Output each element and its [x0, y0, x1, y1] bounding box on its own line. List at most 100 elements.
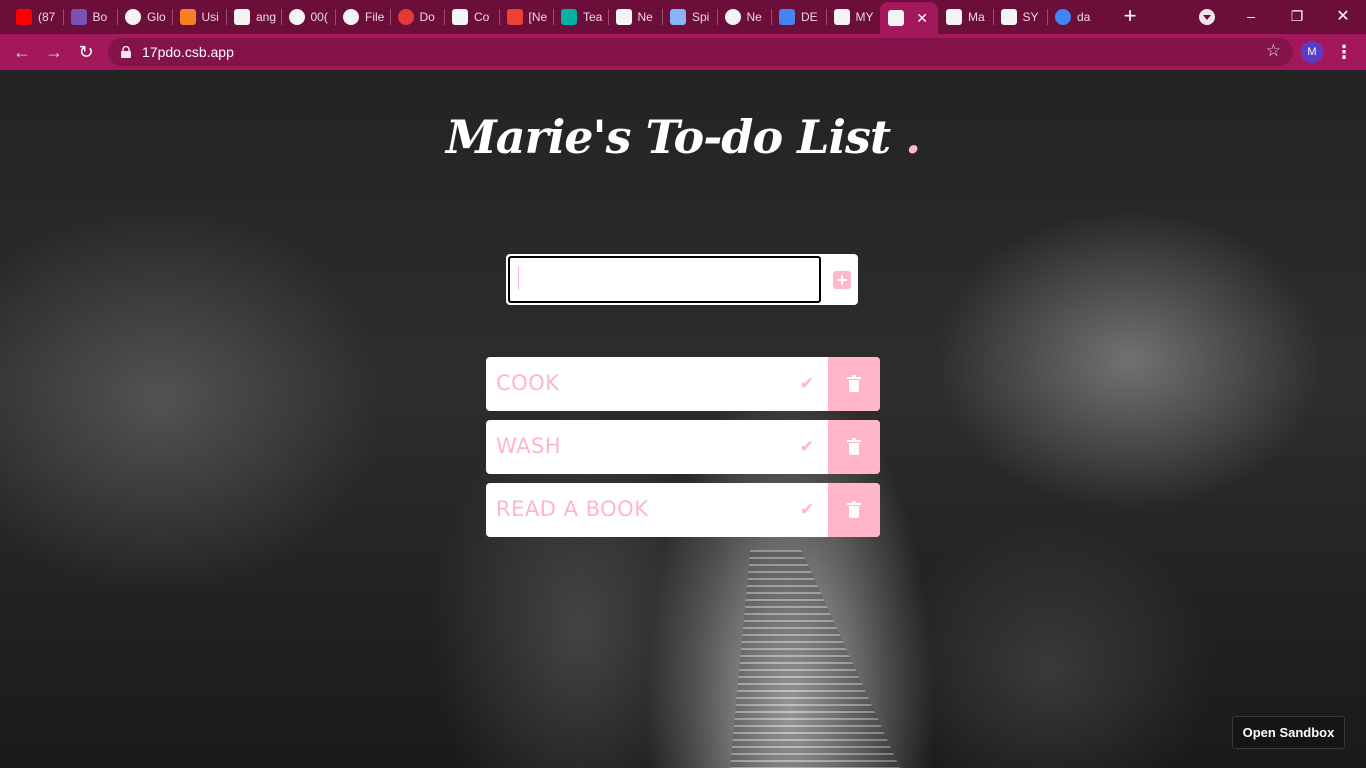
new-tab-button[interactable]: + [1118, 5, 1142, 29]
trash-button[interactable] [828, 483, 880, 537]
browser-tab[interactable]: File [335, 5, 390, 29]
google-icon [1055, 9, 1071, 25]
todo-form [506, 254, 858, 305]
image-icon [670, 9, 686, 25]
tab-label: Bo [92, 10, 108, 24]
text-caret [518, 266, 519, 290]
browser-tab[interactable]: ang [226, 5, 281, 29]
bootstrap-icon [70, 9, 87, 25]
globe-icon [125, 9, 141, 25]
close-tab-icon[interactable]: ✕ [916, 10, 928, 27]
profile-avatar[interactable]: M [1301, 41, 1323, 63]
todo-text: READ A BOOK [496, 497, 649, 521]
todo-item: READ A BOOK ✔ [486, 483, 880, 537]
trash-button[interactable] [828, 357, 880, 411]
browser-tab[interactable]: SY [993, 5, 1048, 29]
codepen-icon [452, 9, 468, 25]
tab-label: Usi [201, 10, 219, 24]
trash-button[interactable] [828, 420, 880, 474]
tab-label: Ma [968, 10, 985, 24]
browser-tab[interactable]: DE [771, 5, 826, 29]
codesandbox-icon [946, 9, 962, 25]
lock-icon [121, 46, 131, 58]
title-dot: . [905, 110, 921, 164]
tab-label: [Ne [528, 10, 548, 24]
play-icon [397, 9, 414, 25]
codesandbox-icon [833, 9, 850, 25]
trash-icon [847, 437, 861, 455]
forward-button[interactable]: → [41, 39, 67, 65]
tab-label: Ne [746, 10, 762, 24]
diamond-icon [561, 9, 577, 25]
browser-tab[interactable]: Ne [608, 5, 663, 29]
codesandbox-icon [234, 9, 250, 25]
browser-tab[interactable]: Spi [662, 5, 717, 29]
close-window-button[interactable]: ✕ [1320, 0, 1366, 32]
globe-icon [288, 9, 305, 25]
minimize-button[interactable]: – [1228, 0, 1274, 32]
tab-label: DE [801, 10, 818, 24]
gmail-icon [506, 9, 523, 25]
todo-item: WASH ✔ [486, 420, 880, 474]
tab-label: ang [256, 10, 277, 24]
address-bar[interactable]: 17pdo.csb.app ☆ [108, 38, 1293, 66]
browser-tab[interactable]: [Ne [499, 5, 554, 29]
tab-label: MY [855, 10, 874, 24]
tab-label: Tea [583, 10, 603, 24]
browser-tab[interactable]: Tea [553, 5, 608, 29]
complete-button[interactable]: ✔ [786, 420, 828, 474]
browser-tab[interactable]: Ma [938, 5, 993, 29]
add-todo-button[interactable] [825, 254, 858, 305]
youtube-icon [16, 9, 32, 25]
title-text: Marie's To-do List [445, 110, 891, 164]
browser-tab[interactable]: Bo [63, 5, 118, 29]
tab-label: da [1077, 10, 1091, 24]
reload-button[interactable]: ↻ [73, 39, 99, 65]
todo-list: COOK ✔ WASH ✔ READ A BOOK ✔ [486, 357, 880, 546]
browser-toolbar: ← → ↻ 17pdo.csb.app ☆ M ⋮ [0, 34, 1366, 70]
codepen-icon [615, 9, 632, 25]
browser-menu-icon[interactable]: ⋮ [1335, 40, 1353, 64]
codesandbox-icon [888, 10, 904, 26]
tab-label: Do [419, 10, 435, 24]
browser-tab[interactable]: Do [390, 5, 445, 29]
trash-icon [847, 374, 861, 392]
stackoverflow-icon [179, 9, 196, 25]
browser-tab[interactable]: da [1047, 5, 1102, 29]
browser-tab[interactable]: (87 [8, 5, 63, 29]
tab-label: Ne [637, 10, 653, 24]
complete-button[interactable]: ✔ [786, 357, 828, 411]
globe-icon [343, 9, 359, 25]
tab-search-button[interactable] [1199, 9, 1215, 25]
browser-tab[interactable]: Usi [172, 5, 227, 29]
tab-label: (87 [38, 10, 56, 24]
tab-label: SY [1022, 10, 1039, 24]
chrome-icon [724, 9, 741, 25]
open-sandbox-button[interactable]: Open Sandbox [1232, 716, 1345, 749]
maximize-button[interactable]: ❐ [1274, 0, 1320, 32]
trash-icon [847, 500, 861, 518]
browser-tab-strip: (87 Bo Glo Usi ang 00( File Do Co [Ne Tea Ne Spi Ne DE… [0, 0, 1366, 34]
browser-tab[interactable]: Glo [117, 5, 172, 29]
todo-text: COOK [496, 371, 560, 395]
back-button[interactable]: ← [9, 39, 35, 65]
todo-item: COOK ✔ [486, 357, 880, 411]
url-text: 17pdo.csb.app [142, 44, 234, 60]
page-title: Marie's To-do List . [0, 110, 1366, 164]
todo-input[interactable] [508, 256, 821, 303]
tab-label: Spi [692, 10, 710, 24]
bookmark-star-icon[interactable]: ☆ [1266, 41, 1281, 61]
browser-tab[interactable]: MY [826, 5, 881, 29]
page-background: Marie's To-do List . COOK ✔ WASH ✔ READ A BO… [0, 70, 1366, 768]
codesandbox-icon [1000, 9, 1017, 25]
browser-tab[interactable]: 00( [281, 5, 336, 29]
browser-tab[interactable]: Ne [717, 5, 772, 29]
check-icon: ✔ [799, 500, 815, 519]
tab-active[interactable]: ✕ [880, 2, 938, 34]
check-icon: ✔ [799, 437, 815, 456]
plus-square-icon [832, 270, 851, 289]
browser-tab[interactable]: Co [444, 5, 499, 29]
check-icon: ✔ [799, 374, 815, 393]
complete-button[interactable]: ✔ [786, 483, 828, 537]
tab-label: File [365, 10, 385, 24]
